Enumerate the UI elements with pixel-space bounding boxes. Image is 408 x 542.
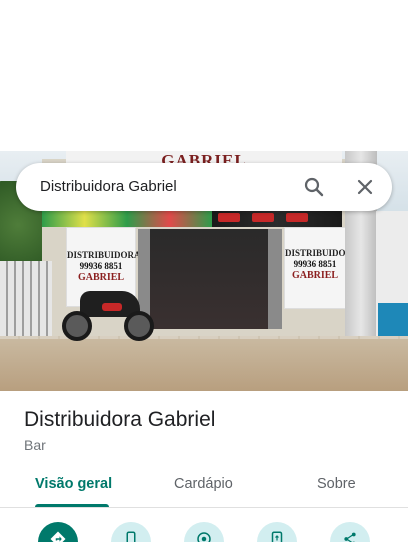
send-to-phone-icon <box>271 531 283 542</box>
place-title: Distribuidora Gabriel <box>24 408 216 431</box>
photo-motorcycle <box>62 283 154 341</box>
place-details-page: GABRIEL DISTRIBUIDORA 99936 8851 GABRIEL… <box>0 0 408 542</box>
save-icon <box>197 532 211 542</box>
photo-ground <box>0 339 408 391</box>
share-button[interactable] <box>330 522 370 542</box>
photo-doorway <box>150 229 270 329</box>
photo-right-panel: DISTRIBUIDOR 99936 8851 GABRIEL <box>284 227 353 309</box>
active-tab-indicator <box>35 504 109 507</box>
send-to-phone-button[interactable] <box>257 522 297 542</box>
call-icon <box>126 531 136 542</box>
close-icon[interactable] <box>353 175 377 199</box>
photo-banner <box>42 209 212 227</box>
right-panel-line3: GABRIEL <box>291 270 339 281</box>
tab-bar: Visão geral Cardápio Sobre <box>0 468 408 508</box>
share-icon <box>344 532 356 542</box>
right-panel-line1: DISTRIBUIDOR <box>285 248 353 258</box>
photo-banner-dark <box>212 209 342 244</box>
search-input[interactable]: Distribuidora Gabriel <box>40 178 177 195</box>
save-button[interactable] <box>184 522 224 542</box>
right-panel-line2: 99936 8851 <box>293 259 337 269</box>
left-panel-line2: 99936 8851 <box>79 261 123 271</box>
search-bar[interactable]: Distribuidora Gabriel <box>16 163 392 211</box>
call-button[interactable] <box>111 522 151 542</box>
tab-about[interactable]: Sobre <box>317 476 356 508</box>
left-panel-line1: DISTRIBUIDORA <box>67 250 141 260</box>
place-category[interactable]: Bar <box>24 437 46 453</box>
directions-button[interactable] <box>38 522 78 542</box>
search-icon[interactable] <box>302 175 326 199</box>
photo-door-pillar-right <box>268 229 282 329</box>
tab-menu[interactable]: Cardápio <box>174 476 233 508</box>
directions-icon <box>50 531 66 542</box>
photo-fence <box>0 261 52 336</box>
